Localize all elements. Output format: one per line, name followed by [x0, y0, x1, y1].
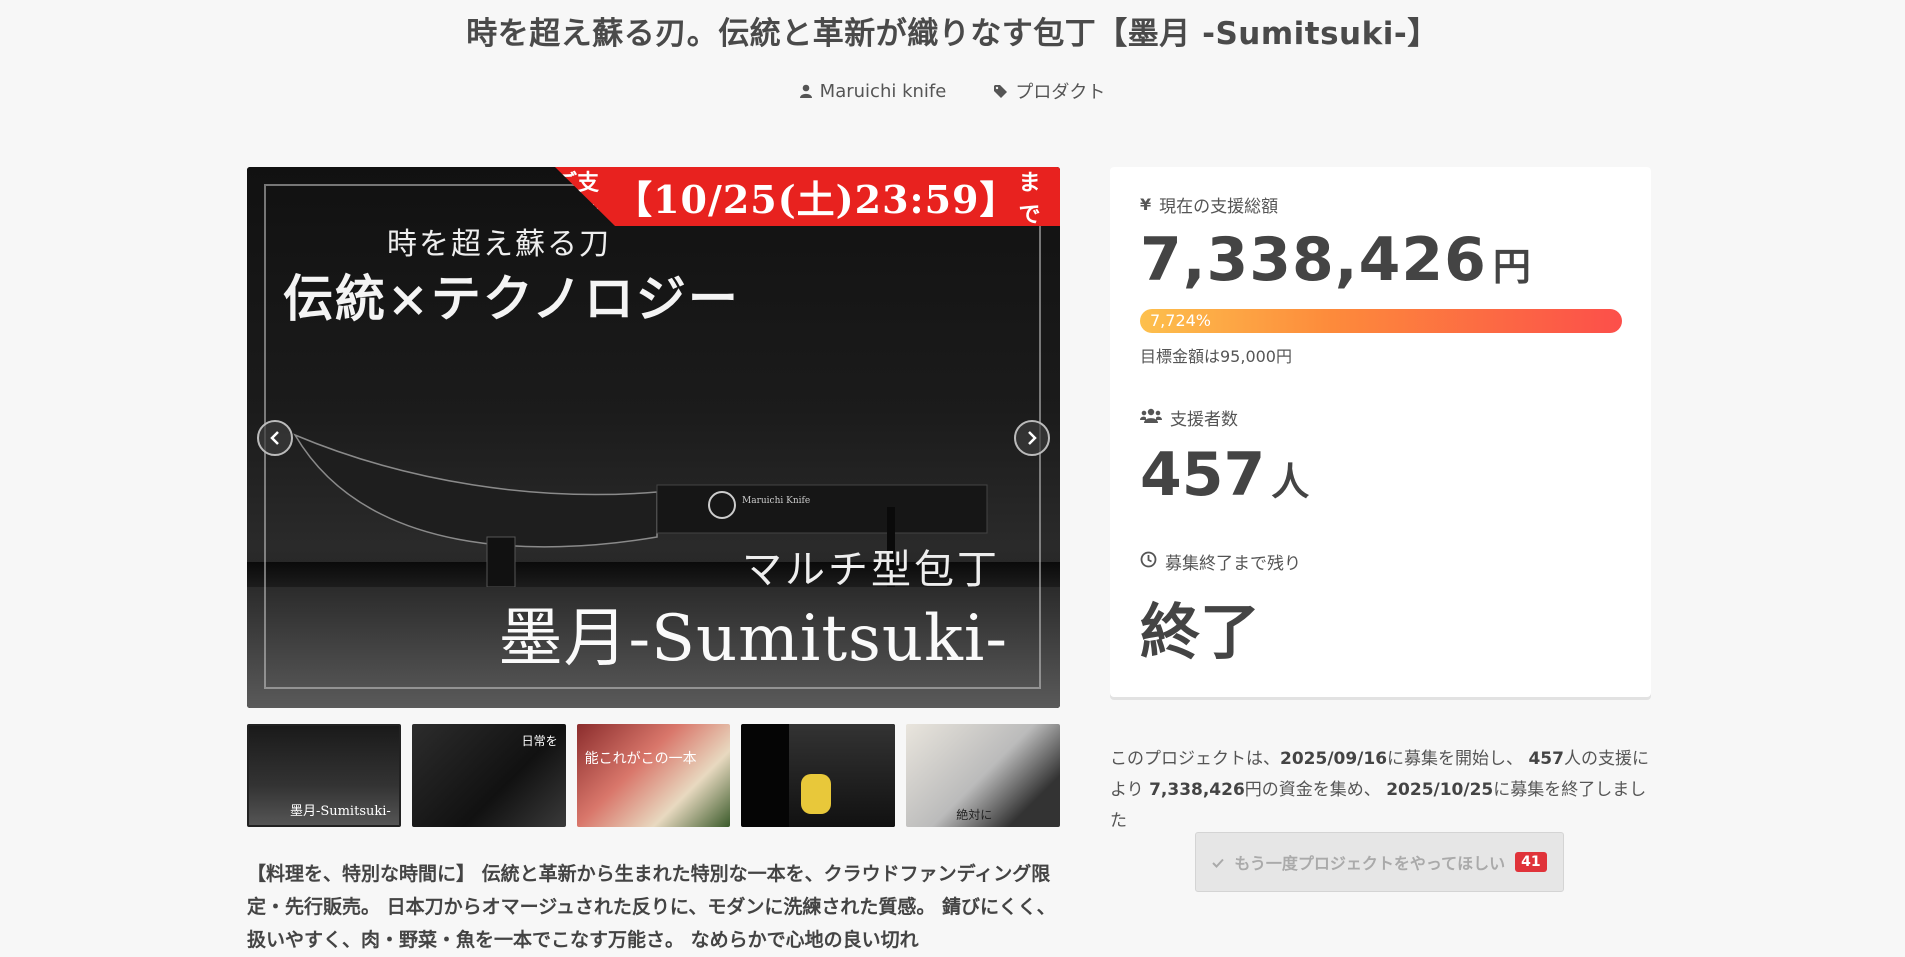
thumbnail[interactable]: 能これがこの一本 [576, 724, 731, 827]
page-title: 時を超え蘇る刃。伝統と革新が織りなす包丁【墨月 -Sumitsuki-】 [466, 16, 1439, 52]
backers-section: 支援者数 457 人 [1140, 405, 1309, 510]
thumbnail[interactable] [741, 724, 896, 827]
raised-section: ¥ 現在の支援総額 7,338,426 円 7,724% 目標金額は95,000円 [1140, 192, 1622, 367]
request-again-label: もう一度プロジェクトをやってほしい [1234, 854, 1506, 873]
backers-label: 支援者数 [1170, 410, 1238, 430]
carousel-next-button[interactable] [1014, 420, 1050, 456]
thumbnail-strip: 墨月-Sumitsuki- 日常を 能これがこの一本 絶対に [247, 724, 1060, 827]
yen-icon: ¥ [1140, 195, 1152, 214]
image-text: 墨月-Sumitsuki- [498, 602, 1008, 676]
time-label: 募集終了まで残り [1165, 554, 1301, 574]
chevron-right-icon [1028, 431, 1037, 445]
thumbnail[interactable]: 日常を [411, 724, 566, 827]
time-remaining-section: 募集終了まで残り 終了 [1140, 549, 1301, 671]
tag-icon [994, 84, 1008, 98]
owner-name: Maruichi knife [819, 80, 947, 102]
project-description: 【料理を、特別な時間に】 伝統と革新から生まれた特別な一本を、クラウドファンディ… [247, 863, 1056, 951]
request-again-button[interactable]: もう一度プロジェクトをやってほしい 41 [1195, 832, 1564, 892]
image-text: 時を超え蘇る刀 [387, 227, 611, 262]
clock-icon [1140, 551, 1157, 573]
time-value: 終了 [1140, 598, 1260, 668]
raised-amount: 7,338,426 円 [1140, 225, 1532, 295]
owner-link[interactable]: Maruichi knife [799, 78, 947, 104]
deadline-banner: ご支援は 【10/25(土)23:59】 まで [555, 167, 1060, 226]
raised-label: 現在の支援総額 [1159, 197, 1279, 217]
project-summary: このプロジェクトは、2025/09/16に募集を開始し、 457人の支援により … [1110, 749, 1649, 831]
user-icon [799, 84, 812, 98]
thumbnail[interactable]: 絶対に [906, 724, 1060, 827]
check-icon [1212, 853, 1225, 872]
main-image-carousel[interactable]: Maruichi Knife ご支援は 【10/25(土)23:59】 まで 時… [247, 167, 1060, 708]
chevron-left-icon [270, 431, 279, 445]
thumbnail[interactable]: 墨月-Sumitsuki- [247, 724, 401, 827]
image-text: 伝統×テクノロジー [283, 269, 740, 328]
funding-panel: ¥ 現在の支援総額 7,338,426 円 7,724% 目標金額は95,000円… [1110, 167, 1651, 697]
request-again-count: 41 [1515, 852, 1547, 872]
users-icon [1140, 408, 1162, 428]
backers-count: 457 人 [1140, 440, 1310, 510]
progress-percent: 7,724% [1150, 311, 1212, 330]
project-meta: Maruichi knife プロダクト [0, 78, 1905, 104]
carousel-prev-button[interactable] [257, 420, 293, 456]
category-name: プロダクト [1015, 82, 1106, 103]
progress-bar: 7,724% [1140, 309, 1622, 333]
goal-text: 目標金額は95,000円 [1140, 347, 1292, 366]
category-link[interactable]: プロダクト [994, 78, 1105, 104]
